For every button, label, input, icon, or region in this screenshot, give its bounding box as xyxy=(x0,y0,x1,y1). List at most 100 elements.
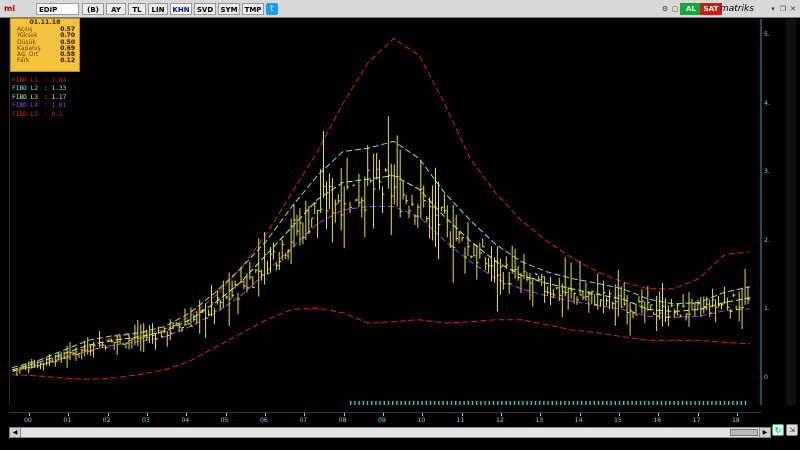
volume-tick xyxy=(669,401,671,405)
horizontal-scrollbar[interactable]: ◀ ▶ xyxy=(9,427,771,438)
volume-tick xyxy=(530,401,532,405)
restore-icon[interactable]: ❐ xyxy=(778,3,788,15)
x-tick-mark xyxy=(265,413,266,416)
period-button[interactable]: (B) xyxy=(82,3,104,15)
volume-tick xyxy=(564,401,566,405)
volume-tick xyxy=(660,401,663,405)
buy-button[interactable]: AL xyxy=(680,3,702,15)
volume-tick xyxy=(648,401,650,405)
scroll-left-icon[interactable]: ◀ xyxy=(10,428,21,437)
volume-tick xyxy=(719,401,721,405)
x-tick-label: 11 xyxy=(456,417,465,424)
x-tick-mark xyxy=(225,413,227,416)
volume-tick xyxy=(606,401,608,405)
volume-tick xyxy=(652,401,654,405)
tmp-button[interactable]: TMP xyxy=(242,3,264,15)
expand-icon[interactable]: ⇲ xyxy=(786,424,798,436)
x-tick-label: 03 xyxy=(142,417,150,424)
volume-tick xyxy=(438,401,440,405)
volume-tick xyxy=(350,401,352,405)
x-axis: 00 01 02 03 04 05 06 07 08 09 10 11 12 13 14 15 16 17 18 xyxy=(9,412,761,427)
series-line-1 xyxy=(11,37,751,372)
volume-tick xyxy=(476,401,478,405)
x-tick-label: 00 xyxy=(24,417,32,424)
volume-tick xyxy=(593,401,595,405)
volume-tick xyxy=(497,401,499,405)
lin-button[interactable]: LIN xyxy=(148,3,168,15)
chart-area[interactable] xyxy=(9,19,762,405)
volume-tick xyxy=(417,401,419,405)
close-icon[interactable]: ✕ xyxy=(788,3,798,15)
volume-tick xyxy=(513,401,516,405)
volume-tick xyxy=(568,401,570,405)
volume-tick xyxy=(576,401,579,405)
volume-tick xyxy=(732,401,734,405)
volume-tick xyxy=(618,401,621,405)
volume-tick xyxy=(480,401,482,405)
price-chart[interactable] xyxy=(10,19,762,405)
volume-tick xyxy=(484,401,486,405)
y-tick-label: 0 xyxy=(764,374,768,381)
legend-item-l4: FIBD L4: 1.01 xyxy=(12,102,67,110)
volume-tick xyxy=(665,401,667,405)
ay-button[interactable]: AY xyxy=(106,3,126,15)
volume-tick xyxy=(677,401,679,405)
settings-icon[interactable]: ⚙ xyxy=(660,3,670,15)
sell-button[interactable]: SAT xyxy=(700,3,722,15)
volume-tick xyxy=(421,401,423,405)
volume-tick xyxy=(656,401,658,405)
volume-tick xyxy=(702,401,705,405)
volume-tick xyxy=(740,401,742,405)
x-tick-label: 10 xyxy=(417,417,426,424)
volume-tick xyxy=(686,401,688,405)
volume-tick xyxy=(467,401,469,405)
window-icon[interactable]: ▢ xyxy=(670,3,680,15)
refresh-icon[interactable]: ↻ xyxy=(772,424,784,436)
volume-tick xyxy=(694,401,696,405)
volume-tick xyxy=(518,401,520,405)
legend-item-l2: FIBD L2: 1.33 xyxy=(12,85,67,93)
volume-tick xyxy=(450,401,453,405)
volume-tick xyxy=(543,401,545,405)
svd-button[interactable]: SVD xyxy=(194,3,216,15)
y-tick-label: 2. xyxy=(764,236,770,244)
x-tick-label: 08 xyxy=(338,417,347,424)
volume-tick xyxy=(501,401,503,405)
toolbar: mi EDIP (B) AY TL LIN KHN SVD SYM TMP t … xyxy=(0,0,800,18)
tl-button[interactable]: TL xyxy=(128,3,146,15)
legend-item-l1: FIBD L1: 1.84 xyxy=(12,77,67,84)
sym-button[interactable]: SYM xyxy=(218,3,240,15)
volume-tick xyxy=(358,401,360,405)
matriks-logo: mi xyxy=(4,4,16,13)
brand-label: matriks xyxy=(720,4,754,14)
volume-tick xyxy=(635,401,637,405)
khn-button[interactable]: KHN xyxy=(170,3,192,15)
x-tick-mark xyxy=(540,413,542,416)
info-row-diff: Fark 0.12 xyxy=(17,57,75,65)
x-tick-label: 15 xyxy=(614,417,622,424)
x-tick-label: 12 xyxy=(496,417,504,424)
x-tick-mark xyxy=(186,413,188,416)
x-tick-label: 04 xyxy=(181,417,190,424)
x-tick-label: 16 xyxy=(653,417,662,424)
x-tick-label: 01 xyxy=(63,417,72,424)
legend-item-l5: FIBD L5: 0.5 xyxy=(12,110,63,118)
volume-tick xyxy=(362,401,364,405)
volume-tick xyxy=(509,401,511,405)
scroll-thumb[interactable] xyxy=(730,429,758,436)
x-tick-mark xyxy=(658,413,660,416)
chevron-down-icon[interactable]: ▾ xyxy=(768,3,778,15)
indicator-legend: FIBD L1: 1.84 FIBD L2: 1.33 FIBD L3: 1.1… xyxy=(12,77,66,119)
scroll-right-icon[interactable]: ▶ xyxy=(759,428,770,437)
volume-tick xyxy=(555,401,558,405)
volume-tick xyxy=(379,401,381,405)
volume-tick xyxy=(644,401,646,405)
legend-item-l3: FIBD L3: 1.17 xyxy=(12,93,67,101)
symbol-field[interactable]: EDIP xyxy=(36,3,79,15)
x-tick-mark xyxy=(737,413,738,416)
x-tick-mark xyxy=(343,413,345,416)
volume-tick xyxy=(631,401,633,405)
twitter-icon[interactable]: t xyxy=(266,3,278,15)
x-tick-mark xyxy=(501,413,502,416)
volume-tick xyxy=(522,401,524,405)
